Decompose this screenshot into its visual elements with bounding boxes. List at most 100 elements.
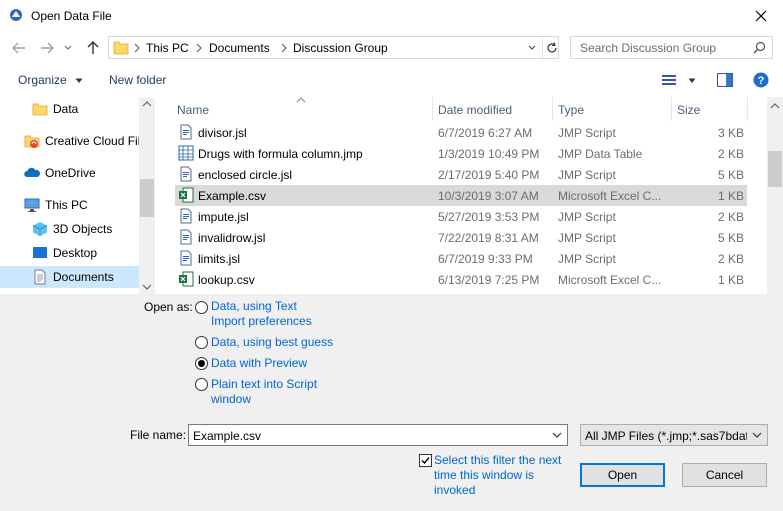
checkmark-icon <box>421 457 430 465</box>
file-type-filter-dropdown[interactable] <box>750 428 764 442</box>
chevron-down-icon <box>75 78 83 83</box>
sidebar-item-documents[interactable]: Documents <box>0 266 139 288</box>
breadcrumb-documents[interactable]: Documents <box>209 41 270 55</box>
sidebar-item-desktop[interactable]: Desktop <box>0 242 139 264</box>
cube-icon <box>32 222 48 236</box>
title-bar: Open Data File <box>0 0 783 31</box>
checkbox-label-line: time this window is <box>434 468 535 482</box>
window-title: Open Data File <box>31 9 112 23</box>
chevron-down-icon <box>528 45 536 50</box>
chevron-right-icon <box>134 43 140 53</box>
file-size: 2 KB <box>717 252 744 266</box>
sidebar-item-data[interactable]: Data <box>0 98 139 120</box>
column-divider[interactable] <box>552 97 553 121</box>
search-icon[interactable] <box>753 41 766 54</box>
jsl-icon <box>180 250 192 266</box>
up-button[interactable] <box>83 39 103 57</box>
chevron-right-icon <box>281 43 287 53</box>
file-row[interactable]: invalidrow.jsl 7/22/2019 8:31 AM JMP Scr… <box>175 227 747 248</box>
recent-locations-button[interactable] <box>61 39 75 57</box>
help-button[interactable]: ? <box>753 72 769 88</box>
forward-button[interactable] <box>37 39 57 57</box>
radio-data-preview-label[interactable]: Data with Preview <box>211 356 307 371</box>
file-row[interactable]: Example.csv 10/3/2019 3:07 AM Microsoft … <box>175 185 747 206</box>
column-divider[interactable] <box>671 97 672 121</box>
column-header-type[interactable]: Type <box>558 97 671 121</box>
file-type: JMP Script <box>558 231 616 245</box>
sidebar-item-this-pc[interactable]: This PC <box>0 194 139 216</box>
file-date: 10/3/2019 3:07 AM <box>438 189 539 203</box>
view-details-icon <box>662 75 676 85</box>
jsl-icon <box>180 166 192 182</box>
back-button[interactable] <box>9 39 29 57</box>
radio-best-guess[interactable] <box>195 336 208 349</box>
desktop-icon <box>33 247 47 258</box>
select-filter-label[interactable]: Select this filter the next time this wi… <box>434 453 574 498</box>
file-name-dropdown[interactable] <box>549 427 565 443</box>
file-date: 6/7/2019 9:33 PM <box>438 252 533 266</box>
file-row[interactable]: Drugs with formula column.jmp 1/3/2019 1… <box>175 143 747 164</box>
radio-label-line: Data, using Text <box>211 299 297 313</box>
column-divider[interactable] <box>747 97 748 121</box>
refresh-button[interactable] <box>542 37 560 58</box>
search-input[interactable]: Search Discussion Group <box>580 41 716 55</box>
file-name: enclosed circle.jsl <box>198 168 293 182</box>
refresh-icon <box>546 41 557 52</box>
open-options-panel: Open as: Data, using Text Import prefere… <box>0 294 783 511</box>
jsl-icon <box>180 229 192 245</box>
new-folder-button[interactable]: New folder <box>109 73 166 87</box>
file-name-label: File name: <box>130 428 187 442</box>
preview-pane-button[interactable] <box>717 73 735 89</box>
breadcrumb-this-pc[interactable]: This PC <box>146 41 189 55</box>
radio-label-line: Plain text into Script <box>211 377 318 391</box>
column-header-size[interactable]: Size <box>677 97 747 121</box>
file-list-scrollbar[interactable] <box>767 97 783 294</box>
file-size: 2 KB <box>717 210 744 224</box>
file-list-scrollbar-thumb[interactable] <box>768 151 782 187</box>
radio-plain-text-script[interactable] <box>195 378 208 391</box>
organize-label: Organize <box>18 73 67 87</box>
address-history-dropdown[interactable] <box>522 37 542 58</box>
cloud-icon <box>24 167 40 177</box>
arrow-right-icon <box>41 42 54 54</box>
radio-plain-text-script-label[interactable]: Plain text into Script window <box>211 377 317 407</box>
address-bar[interactable]: This PC Documents Discussion Group <box>108 36 559 59</box>
sidebar-scrollbar[interactable] <box>139 97 155 294</box>
file-row[interactable]: enclosed circle.jsl 2/17/2019 5:40 PM JM… <box>175 164 747 185</box>
column-header-date[interactable]: Date modified <box>438 97 552 121</box>
svg-text:?: ? <box>758 75 765 87</box>
file-row[interactable]: lookup.csv 6/13/2019 7:25 PM Microsoft E… <box>175 269 747 290</box>
view-options-button[interactable] <box>661 73 701 89</box>
search-box[interactable]: Search Discussion Group <box>570 36 773 59</box>
radio-data-preview[interactable] <box>195 357 208 370</box>
breadcrumb-discussion-group[interactable]: Discussion Group <box>293 41 388 55</box>
close-button[interactable] <box>739 0 783 31</box>
file-type: JMP Script <box>558 168 616 182</box>
file-type-filter-select[interactable]: All JMP Files (*.jmp;*.sas7bdat;* <box>580 424 768 446</box>
file-name-value: Example.csv <box>193 429 262 443</box>
file-row[interactable]: limits.jsl 6/7/2019 9:33 PM JMP Script 2… <box>175 248 747 269</box>
select-filter-checkbox[interactable] <box>419 454 432 467</box>
sidebar-scrollbar-thumb[interactable] <box>140 179 154 217</box>
file-row[interactable]: impute.jsl 5/27/2019 3:53 PM JMP Script … <box>175 206 747 227</box>
file-row[interactable]: divisor.jsl 6/7/2019 6:27 AM JMP Script … <box>175 122 747 143</box>
file-name-field[interactable]: Example.csv <box>188 424 568 446</box>
radio-best-guess-label[interactable]: Data, using best guess <box>211 335 333 350</box>
file-name: impute.jsl <box>198 210 249 224</box>
excel-icon <box>179 271 194 287</box>
sidebar-item-creative-cloud[interactable]: Creative Cloud Fil <box>0 130 140 152</box>
organize-button[interactable]: Organize <box>18 73 83 87</box>
sidebar-item-label: OneDrive <box>45 166 96 180</box>
radio-text-import-label[interactable]: Data, using Text Import preferences <box>211 299 312 329</box>
column-divider[interactable] <box>432 97 433 121</box>
file-type: Microsoft Excel C... <box>558 273 662 287</box>
open-button[interactable]: Open <box>580 463 665 487</box>
help-icon: ? <box>753 72 769 88</box>
file-size: 1 KB <box>717 273 744 287</box>
file-list: Name Date modified Type Size divisor.jsl… <box>155 97 783 294</box>
sidebar-item-onedrive[interactable]: OneDrive <box>0 162 139 184</box>
radio-text-import[interactable] <box>195 301 208 314</box>
sidebar-item-3d-objects[interactable]: 3D Objects <box>0 218 139 240</box>
cancel-button[interactable]: Cancel <box>682 463 767 487</box>
column-header-name[interactable]: Name <box>177 97 432 121</box>
